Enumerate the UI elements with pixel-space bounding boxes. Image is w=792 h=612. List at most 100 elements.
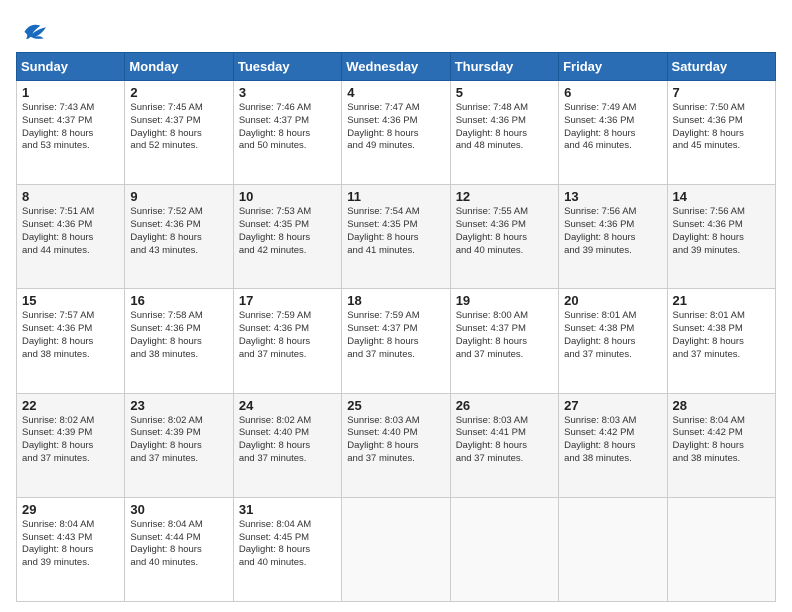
calendar-week-5: 29Sunrise: 8:04 AMSunset: 4:43 PMDayligh…: [17, 497, 776, 601]
page: SundayMondayTuesdayWednesdayThursdayFrid…: [0, 0, 792, 612]
day-number: 14: [673, 189, 770, 204]
calendar-cell: 30 Sunrise: 8:04 AMSunset: 4:44 PMDayligh…: [125, 497, 233, 601]
cell-info: Sunrise: 7:54 AMSunset: 4:35 PMDaylight:…: [347, 206, 444, 257]
calendar-cell: 27Sunrise: 8:03 AMSunset: 4:42 PMDayligh…: [559, 393, 667, 497]
calendar-week-3: 15 Sunrise: 7:57 AMSunset: 4:36 PMDayligh…: [17, 289, 776, 393]
calendar-cell: 10 Sunrise: 7:53 AMSunset: 4:35 PMDayligh…: [233, 185, 341, 289]
day-number: 2: [130, 85, 227, 100]
weekday-header-wednesday: Wednesday: [342, 53, 450, 81]
day-number: 28: [673, 398, 770, 413]
cell-info: Sunrise: 8:04 AMSunset: 4:43 PMDaylight:…: [22, 519, 119, 570]
day-number: 12: [456, 189, 553, 204]
calendar-cell: 22 Sunrise: 8:02 AMSunset: 4:39 PMDayligh…: [17, 393, 125, 497]
calendar-cell: 9 Sunrise: 7:52 AMSunset: 4:36 PMDaylight…: [125, 185, 233, 289]
calendar-table: SundayMondayTuesdayWednesdayThursdayFrid…: [16, 52, 776, 602]
cell-info: Sunrise: 7:52 AMSunset: 4:36 PMDaylight:…: [130, 206, 227, 257]
cell-info: Sunrise: 8:00 AMSunset: 4:37 PMDaylight:…: [456, 310, 553, 361]
cell-info: Sunrise: 8:04 AMSunset: 4:45 PMDaylight:…: [239, 519, 336, 570]
cell-info: Sunrise: 7:46 AMSunset: 4:37 PMDaylight:…: [239, 102, 336, 153]
day-number: 21: [673, 293, 770, 308]
calendar-cell: 14 Sunrise: 7:56 AMSunset: 4:36 PMDayligh…: [667, 185, 775, 289]
cell-info: Sunrise: 7:59 AMSunset: 4:37 PMDaylight:…: [347, 310, 444, 361]
day-number: 5: [456, 85, 553, 100]
day-number: 20: [564, 293, 661, 308]
day-number: 22: [22, 398, 119, 413]
day-number: 7: [673, 85, 770, 100]
day-number: 13: [564, 189, 661, 204]
calendar-cell: 7Sunrise: 7:50 AMSunset: 4:36 PMDaylight…: [667, 81, 775, 185]
calendar-cell: 2 Sunrise: 7:45 AMSunset: 4:37 PMDaylight…: [125, 81, 233, 185]
calendar-cell: 31 Sunrise: 8:04 AMSunset: 4:45 PMDayligh…: [233, 497, 341, 601]
day-number: 25: [347, 398, 444, 413]
weekday-header-tuesday: Tuesday: [233, 53, 341, 81]
cell-info: Sunrise: 8:04 AMSunset: 4:44 PMDaylight:…: [130, 519, 227, 570]
weekday-header-saturday: Saturday: [667, 53, 775, 81]
cell-info: Sunrise: 7:56 AMSunset: 4:36 PMDaylight:…: [673, 206, 770, 257]
cell-info: Sunrise: 7:51 AMSunset: 4:36 PMDaylight:…: [22, 206, 119, 257]
calendar-cell: 3 Sunrise: 7:46 AMSunset: 4:37 PMDaylight…: [233, 81, 341, 185]
header: [16, 16, 776, 42]
day-number: 17: [239, 293, 336, 308]
weekday-header-monday: Monday: [125, 53, 233, 81]
cell-info: Sunrise: 7:45 AMSunset: 4:37 PMDaylight:…: [130, 102, 227, 153]
day-number: 10: [239, 189, 336, 204]
calendar-cell: 25 Sunrise: 8:03 AMSunset: 4:40 PMDayligh…: [342, 393, 450, 497]
cell-info: Sunrise: 7:49 AMSunset: 4:36 PMDaylight:…: [564, 102, 661, 153]
cell-info: Sunrise: 8:03 AMSunset: 4:40 PMDaylight:…: [347, 415, 444, 466]
weekday-header-friday: Friday: [559, 53, 667, 81]
weekday-header-sunday: Sunday: [17, 53, 125, 81]
day-number: 8: [22, 189, 119, 204]
cell-info: Sunrise: 7:58 AMSunset: 4:36 PMDaylight:…: [130, 310, 227, 361]
day-number: 9: [130, 189, 227, 204]
calendar-cell: 21Sunrise: 8:01 AMSunset: 4:38 PMDayligh…: [667, 289, 775, 393]
calendar-week-4: 22 Sunrise: 8:02 AMSunset: 4:39 PMDayligh…: [17, 393, 776, 497]
cell-info: Sunrise: 7:53 AMSunset: 4:35 PMDaylight:…: [239, 206, 336, 257]
calendar-cell: 12 Sunrise: 7:55 AMSunset: 4:36 PMDayligh…: [450, 185, 558, 289]
cell-info: Sunrise: 7:57 AMSunset: 4:36 PMDaylight:…: [22, 310, 119, 361]
calendar-week-1: 1 Sunrise: 7:43 AMSunset: 4:37 PMDaylight…: [17, 81, 776, 185]
day-number: 16: [130, 293, 227, 308]
cell-info: Sunrise: 8:02 AMSunset: 4:39 PMDaylight:…: [22, 415, 119, 466]
calendar-cell: 11 Sunrise: 7:54 AMSunset: 4:35 PMDayligh…: [342, 185, 450, 289]
calendar-cell: 15 Sunrise: 7:57 AMSunset: 4:36 PMDayligh…: [17, 289, 125, 393]
day-number: 4: [347, 85, 444, 100]
logo: [16, 16, 50, 42]
cell-info: Sunrise: 7:48 AMSunset: 4:36 PMDaylight:…: [456, 102, 553, 153]
cell-info: Sunrise: 7:47 AMSunset: 4:36 PMDaylight:…: [347, 102, 444, 153]
day-number: 23: [130, 398, 227, 413]
calendar-cell: 18 Sunrise: 7:59 AMSunset: 4:37 PMDayligh…: [342, 289, 450, 393]
day-number: 30: [130, 502, 227, 517]
cell-info: Sunrise: 8:02 AMSunset: 4:40 PMDaylight:…: [239, 415, 336, 466]
day-number: 31: [239, 502, 336, 517]
calendar-cell: 29Sunrise: 8:04 AMSunset: 4:43 PMDayligh…: [17, 497, 125, 601]
day-number: 26: [456, 398, 553, 413]
day-number: 3: [239, 85, 336, 100]
day-number: 11: [347, 189, 444, 204]
logo-bird-icon: [18, 16, 50, 48]
calendar-cell: 8 Sunrise: 7:51 AMSunset: 4:36 PMDaylight…: [17, 185, 125, 289]
day-number: 18: [347, 293, 444, 308]
weekday-header-thursday: Thursday: [450, 53, 558, 81]
calendar-cell: [559, 497, 667, 601]
cell-info: Sunrise: 8:04 AMSunset: 4:42 PMDaylight:…: [673, 415, 770, 466]
calendar-cell: 4 Sunrise: 7:47 AMSunset: 4:36 PMDaylight…: [342, 81, 450, 185]
day-number: 15: [22, 293, 119, 308]
cell-info: Sunrise: 8:01 AMSunset: 4:38 PMDaylight:…: [564, 310, 661, 361]
calendar-cell: 17Sunrise: 7:59 AMSunset: 4:36 PMDayligh…: [233, 289, 341, 393]
cell-info: Sunrise: 7:43 AMSunset: 4:37 PMDaylight:…: [22, 102, 119, 153]
cell-info: Sunrise: 7:55 AMSunset: 4:36 PMDaylight:…: [456, 206, 553, 257]
calendar-cell: [667, 497, 775, 601]
calendar-header-row: SundayMondayTuesdayWednesdayThursdayFrid…: [17, 53, 776, 81]
calendar-cell: 24Sunrise: 8:02 AMSunset: 4:40 PMDayligh…: [233, 393, 341, 497]
calendar-cell: 19Sunrise: 8:00 AMSunset: 4:37 PMDayligh…: [450, 289, 558, 393]
calendar-cell: 26Sunrise: 8:03 AMSunset: 4:41 PMDayligh…: [450, 393, 558, 497]
calendar-cell: 28 Sunrise: 8:04 AMSunset: 4:42 PMDayligh…: [667, 393, 775, 497]
cell-info: Sunrise: 8:03 AMSunset: 4:42 PMDaylight:…: [564, 415, 661, 466]
calendar-cell: 5 Sunrise: 7:48 AMSunset: 4:36 PMDaylight…: [450, 81, 558, 185]
day-number: 1: [22, 85, 119, 100]
calendar-cell: [450, 497, 558, 601]
calendar-cell: 23Sunrise: 8:02 AMSunset: 4:39 PMDayligh…: [125, 393, 233, 497]
calendar-cell: 6Sunrise: 7:49 AMSunset: 4:36 PMDaylight…: [559, 81, 667, 185]
calendar-cell: [342, 497, 450, 601]
calendar-week-2: 8 Sunrise: 7:51 AMSunset: 4:36 PMDaylight…: [17, 185, 776, 289]
